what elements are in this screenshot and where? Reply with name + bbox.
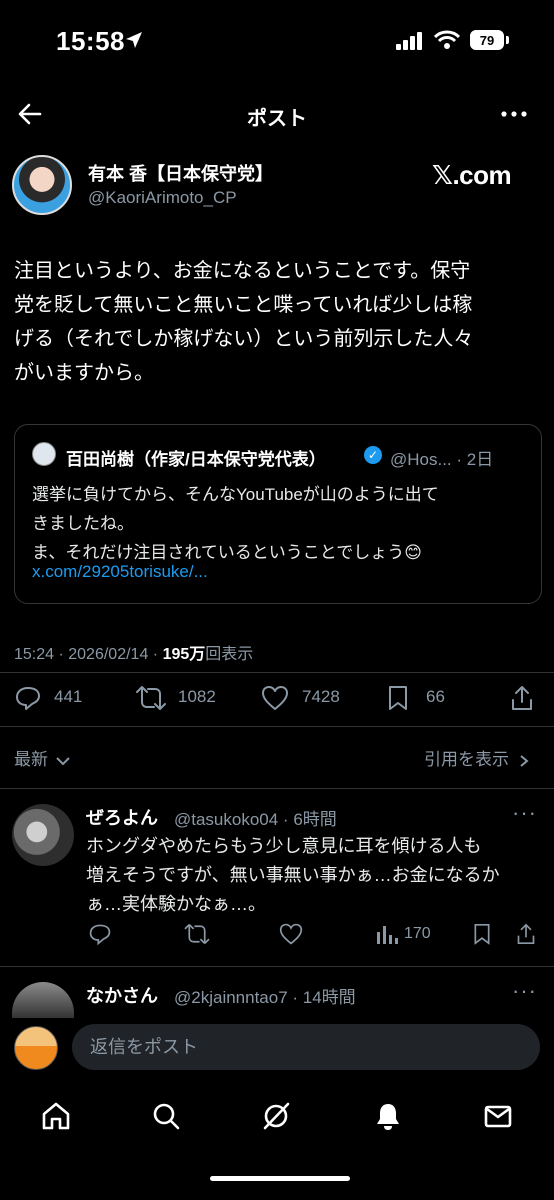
current-user-avatar [14, 1026, 58, 1070]
cellular-signal-icon [396, 32, 422, 50]
bookmark-icon[interactable] [386, 684, 410, 712]
reply-author-handle[interactable]: @2kjainnntao7 · 14時間 [174, 983, 356, 1008]
divider [0, 672, 554, 673]
sort-dropdown[interactable]: 最新 [14, 745, 71, 770]
battery-icon: 79 [470, 30, 504, 50]
reply-count: 441 [54, 687, 83, 706]
reply-view-count: 170 [404, 925, 431, 942]
home-indicator [210, 1176, 350, 1181]
quote-link[interactable]: x.com/29205torisuke/... [32, 562, 208, 582]
reply-avatar[interactable] [12, 982, 74, 1022]
sort-label: 最新 [14, 750, 48, 769]
reply-avatar[interactable] [12, 804, 74, 866]
reply-author-name[interactable]: ぜろよん [86, 804, 158, 830]
grok-icon[interactable] [260, 1100, 292, 1132]
search-icon[interactable] [150, 1100, 182, 1132]
view-quotes-link[interactable]: 引用を表示 [424, 745, 530, 770]
home-icon[interactable] [40, 1100, 72, 1132]
repost-icon[interactable] [184, 922, 210, 946]
post-text: 注目というより、お金になるということです。保守 党を貶して無いこと無いこと喋って… [14, 260, 474, 384]
author-name[interactable]: 有本 香【日本保守党】 [88, 160, 273, 186]
verified-badge-icon: ✓ [364, 446, 382, 464]
divider [0, 726, 554, 727]
views-chart-icon[interactable] [376, 924, 398, 944]
share-icon[interactable] [516, 922, 536, 946]
battery-cap [506, 36, 509, 44]
chevron-right-icon [520, 754, 529, 767]
quote-author-handle: @Hos... · 2日 [390, 450, 494, 469]
reply-text: ホングダやめたらもう少し意見に耳を傾ける人も 増えそうですが、無い事無い事かぁ…… [86, 836, 500, 914]
author-avatar[interactable] [12, 155, 72, 215]
view-quotes-label: 引用を表示 [424, 750, 509, 769]
wifi-icon [434, 30, 460, 49]
chevron-down-icon [56, 756, 70, 765]
quote-author-avatar [32, 442, 56, 466]
reply-input[interactable]: 返信をポスト [72, 1024, 540, 1070]
share-icon[interactable] [510, 684, 534, 712]
status-time: 15:58 [56, 26, 125, 56]
like-heart-icon[interactable] [278, 922, 304, 946]
divider [0, 966, 554, 967]
messages-mail-icon[interactable] [482, 1100, 514, 1132]
source-badge: 𝕏.com [432, 160, 512, 190]
notifications-bell-icon[interactable] [372, 1100, 404, 1132]
divider [0, 788, 554, 789]
page-title: ポスト [247, 108, 307, 130]
like-heart-icon[interactable] [260, 684, 290, 712]
quote-text: 選挙に負けてから、そんなYouTubeが山のように出て きましたね。 ま、それだ… [32, 485, 439, 562]
like-count: 7428 [302, 687, 340, 706]
view-count: 195万 [162, 646, 206, 663]
bookmark-icon[interactable] [472, 922, 492, 946]
reply-icon[interactable] [88, 922, 112, 946]
view-suffix: 回表示 [205, 646, 254, 663]
reply-more-icon[interactable]: ··· [512, 978, 537, 1004]
post-meta: 15:24 · 2026/02/14 · 195万回表示 [14, 640, 253, 664]
repost-icon[interactable] [136, 684, 166, 712]
post-timestamp: 15:24 · 2026/02/14 · [14, 646, 163, 663]
reply-more-icon[interactable]: ··· [512, 800, 537, 826]
author-handle[interactable]: @KaoriArimoto_CP [88, 188, 237, 208]
bookmark-count: 66 [426, 687, 445, 706]
reply-author-handle[interactable]: @tasukoko04 · 6時間 [174, 805, 337, 830]
reply-author-name[interactable]: なかさん [86, 982, 158, 1008]
reply-icon[interactable] [14, 684, 42, 712]
more-options-icon[interactable] [500, 104, 528, 124]
repost-count: 1082 [178, 687, 216, 706]
quote-author-name: 百田尚樹（作家/日本保守党代表） [66, 450, 326, 469]
location-arrow-icon [126, 32, 142, 48]
